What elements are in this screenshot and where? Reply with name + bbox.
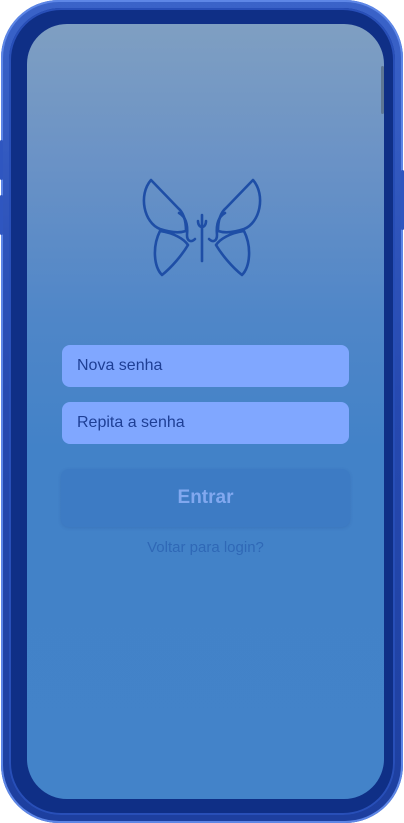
butterfly-icon (142, 178, 262, 277)
submit-button[interactable]: Entrar (61, 469, 350, 527)
scrollbar[interactable] (381, 66, 384, 114)
reset-password-screen: Nova senha Repita a senha Entrar Voltar … (27, 24, 384, 799)
phone-frame: Nova senha Repita a senha Entrar Voltar … (0, 0, 404, 823)
repeat-password-placeholder: Repita a senha (77, 414, 185, 431)
volume-down-button (0, 195, 3, 235)
repeat-password-field[interactable]: Repita a senha (62, 402, 349, 444)
submit-button-label: Entrar (177, 487, 234, 508)
volume-up-button (0, 140, 3, 180)
new-password-field[interactable]: Nova senha (62, 345, 349, 387)
back-to-login-link[interactable]: Voltar para login? (27, 539, 384, 556)
new-password-placeholder: Nova senha (77, 357, 163, 374)
